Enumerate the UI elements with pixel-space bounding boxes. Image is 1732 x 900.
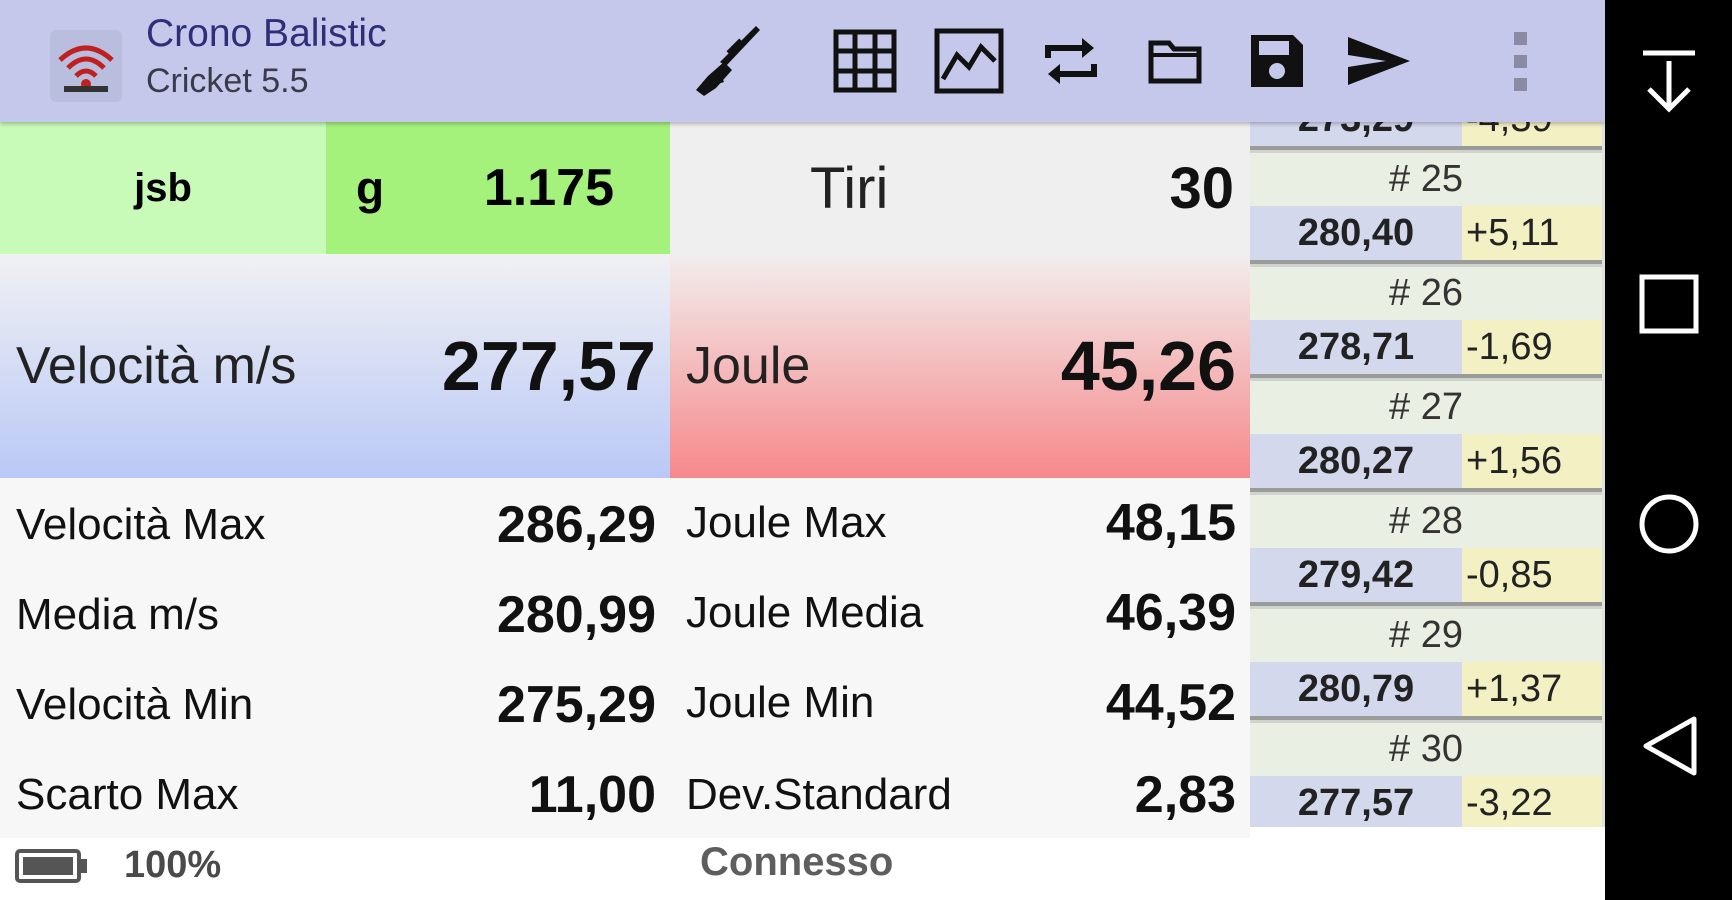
chart-icon[interactable] bbox=[930, 22, 1008, 100]
shot-delta: -4,39 bbox=[1462, 122, 1602, 147]
stat-label: Velocità Max bbox=[16, 500, 266, 549]
pellet-name-cell[interactable]: jsb bbox=[0, 122, 326, 254]
stat-row: Joule Max 48,15 bbox=[670, 478, 1250, 568]
stat-label: Media m/s bbox=[16, 590, 219, 639]
stat-value: 11,00 bbox=[528, 766, 656, 824]
folder-icon[interactable] bbox=[1136, 22, 1214, 100]
app-toolbar: Crono Balistic Cricket 5.5 bbox=[0, 0, 1605, 122]
shot-speed: 277,57 bbox=[1250, 776, 1462, 827]
stat-value: 286,29 bbox=[496, 496, 656, 554]
app-subtitle: Cricket 5.5 bbox=[146, 62, 309, 100]
stat-value: 46,39 bbox=[1105, 584, 1236, 642]
shot-number: # 30 bbox=[1250, 720, 1602, 776]
stat-row: Velocità Max 286,29 bbox=[0, 480, 670, 570]
stat-label: Scarto Max bbox=[16, 770, 239, 819]
velocity-value: 277,57 bbox=[441, 327, 656, 405]
shot-item[interactable]: # 25 280,40 +5,11 bbox=[1250, 150, 1605, 264]
shot-item[interactable]: # 27 280,27 +1,56 bbox=[1250, 378, 1605, 492]
pellet-weight: 1.175 bbox=[483, 159, 614, 217]
grid-icon[interactable] bbox=[826, 22, 904, 100]
shot-item[interactable]: # 28 279,42 -0,85 bbox=[1250, 492, 1605, 606]
stat-row: Velocità Min 275,29 bbox=[0, 660, 670, 750]
battery-icon bbox=[14, 848, 90, 884]
save-icon[interactable] bbox=[1238, 22, 1316, 100]
stat-row: Joule Media 46,39 bbox=[670, 568, 1250, 658]
pellet-weight-cell[interactable]: g 1.175 bbox=[326, 122, 670, 254]
stat-value: 44,52 bbox=[1105, 674, 1236, 732]
pellet-name: jsb bbox=[134, 165, 192, 210]
velocity-cell: Velocità m/s 277,57 bbox=[0, 254, 670, 478]
shot-speed: 280,27 bbox=[1250, 434, 1462, 489]
shot-speed: 280,79 bbox=[1250, 662, 1462, 717]
stat-label: Dev.Standard bbox=[686, 770, 952, 819]
stat-value: 280,99 bbox=[496, 586, 656, 644]
stat-label: Joule Media bbox=[686, 588, 924, 637]
shot-delta: -1,69 bbox=[1462, 320, 1602, 375]
app-window: Crono Balistic Cricket 5.5 jsb g 1.175 T… bbox=[0, 0, 1605, 900]
recents-icon[interactable] bbox=[1627, 262, 1711, 346]
shots-count-cell: Tiri 30 bbox=[670, 122, 1250, 254]
shot-delta: -0,85 bbox=[1462, 548, 1602, 603]
stat-label: Velocità Min bbox=[16, 680, 254, 729]
shot-number: # 25 bbox=[1250, 150, 1602, 206]
stat-value: 48,15 bbox=[1105, 494, 1236, 552]
back-icon[interactable] bbox=[1627, 704, 1711, 788]
energy-value: 45,26 bbox=[1060, 327, 1236, 405]
shot-speed: 279,42 bbox=[1250, 548, 1462, 603]
shot-number: # 27 bbox=[1250, 378, 1602, 434]
energy-cell: Joule 45,26 bbox=[670, 254, 1250, 478]
connection-status: Connesso bbox=[700, 840, 894, 884]
system-nav-bar bbox=[1605, 0, 1732, 900]
more-vert-icon[interactable] bbox=[1482, 22, 1560, 100]
repeat-icon[interactable] bbox=[1032, 22, 1110, 100]
shot-item[interactable]: # 29 280,79 +1,37 bbox=[1250, 606, 1605, 720]
app-title: Crono Balistic bbox=[146, 12, 387, 55]
stat-value: 2,83 bbox=[1134, 766, 1236, 824]
stat-label: Joule Max bbox=[686, 498, 887, 547]
shot-delta: +5,11 bbox=[1462, 206, 1602, 261]
pellet-unit: g bbox=[356, 162, 385, 214]
stat-row: Dev.Standard 2,83 bbox=[670, 750, 1250, 840]
shot-item[interactable]: # 26 278,71 -1,69 bbox=[1250, 264, 1605, 378]
stat-row: Scarto Max 11,00 bbox=[0, 750, 670, 840]
shot-speed: 280,40 bbox=[1250, 206, 1462, 261]
rifle-icon[interactable] bbox=[686, 22, 764, 100]
energy-label: Joule bbox=[686, 337, 811, 395]
battery-level: 100% bbox=[124, 844, 222, 886]
app-logo-icon bbox=[50, 30, 122, 102]
stat-label: Joule Min bbox=[686, 678, 875, 727]
shot-item[interactable]: 273,29 -4,39 bbox=[1250, 122, 1605, 150]
velocity-label: Velocità m/s bbox=[16, 337, 297, 395]
stat-value: 275,29 bbox=[496, 676, 656, 734]
shots-count-value: 30 bbox=[1169, 155, 1234, 221]
shot-speed: 273,29 bbox=[1250, 122, 1462, 147]
shot-delta: +1,56 bbox=[1462, 434, 1602, 489]
send-icon[interactable] bbox=[1340, 22, 1418, 100]
shot-item[interactable]: # 30 277,57 -3,22 bbox=[1250, 720, 1605, 827]
stat-row: Media m/s 280,99 bbox=[0, 570, 670, 660]
home-icon[interactable] bbox=[1627, 482, 1711, 566]
stat-row: Joule Min 44,52 bbox=[670, 658, 1250, 748]
shot-number: # 28 bbox=[1250, 492, 1602, 548]
shot-number: # 26 bbox=[1250, 264, 1602, 320]
shot-number: # 29 bbox=[1250, 606, 1602, 662]
shot-list[interactable]: 273,29 -4,39 # 25 280,40 +5,11 # 26 278,… bbox=[1250, 122, 1605, 827]
shot-speed: 278,71 bbox=[1250, 320, 1462, 375]
shot-delta: +1,37 bbox=[1462, 662, 1602, 717]
download-icon[interactable] bbox=[1627, 40, 1711, 124]
shot-delta: -3,22 bbox=[1462, 776, 1602, 827]
shots-count-label: Tiri bbox=[810, 155, 889, 221]
